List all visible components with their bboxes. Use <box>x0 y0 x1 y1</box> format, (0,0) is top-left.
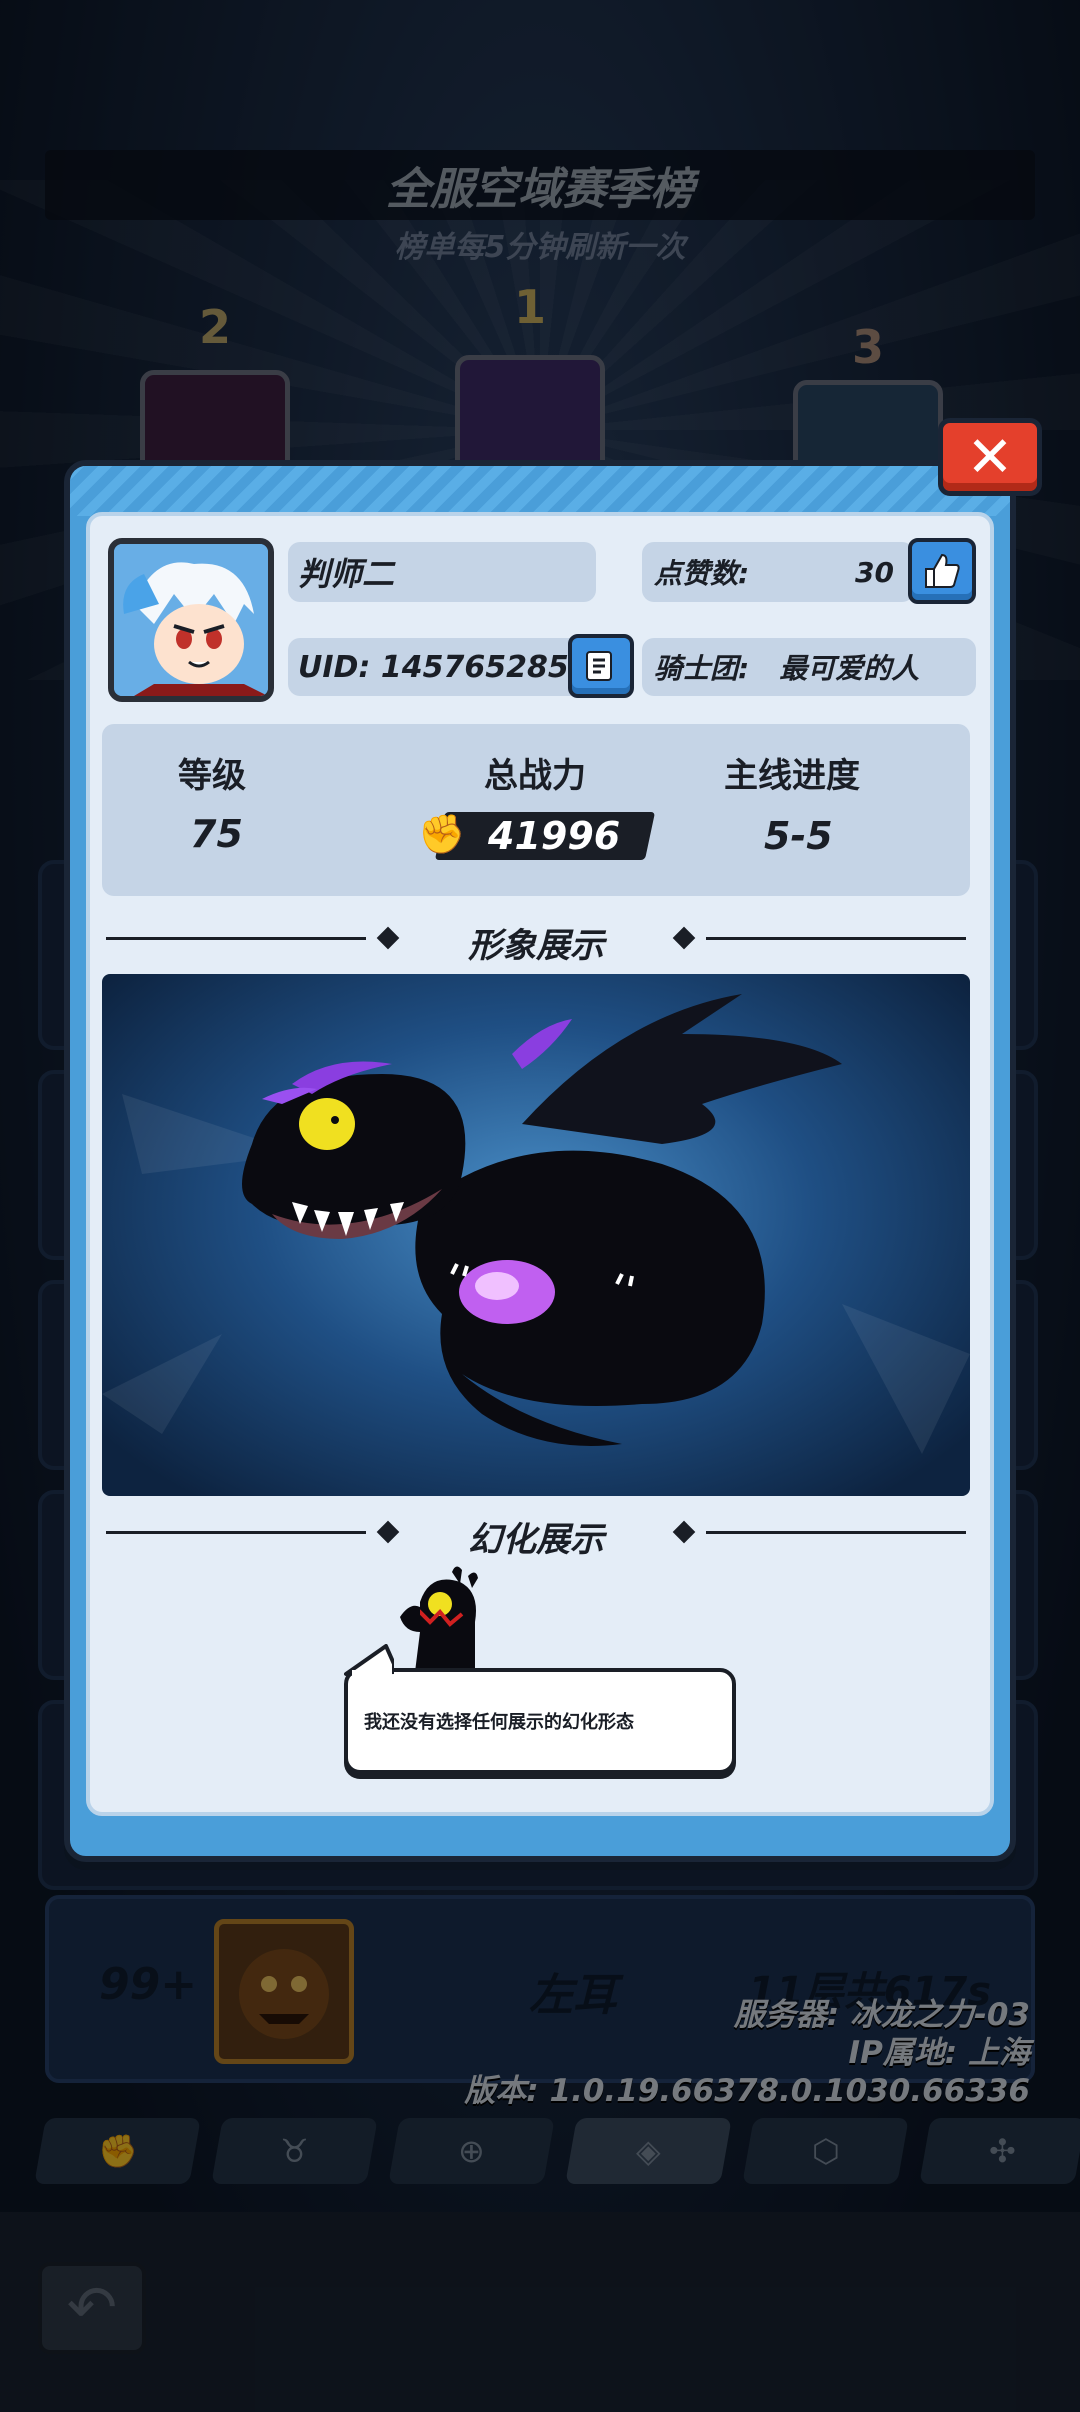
appearance-divider: 形象展示 <box>106 918 966 966</box>
nickname-text: 判师二 <box>298 555 395 593</box>
like-button[interactable] <box>908 538 976 604</box>
guild-name: 最可爱的人 <box>779 652 920 685</box>
mascot-dragon-icon <box>400 1566 478 1672</box>
guild-label: 骑士团: <box>654 652 750 685</box>
transform-empty-bubble: 我还没有选择任何展示的幻化形态 <box>344 1668 736 1774</box>
divider-line <box>706 937 966 940</box>
black-dragon-image <box>102 994 970 1454</box>
level-label: 等级 <box>178 756 246 796</box>
likes-label: 点赞数: <box>654 557 750 590</box>
transform-title: 幻化展示 <box>468 1520 604 1560</box>
power-label: 总战力 <box>484 756 586 796</box>
guild-field: 骑士团: 最可爱的人 <box>642 638 976 696</box>
bubble-tail <box>344 1644 394 1676</box>
copy-icon <box>586 651 612 681</box>
likes-field: 点赞数: 30 <box>642 542 914 602</box>
transform-empty-text: 我还没有选择任何展示的幻化形态 <box>364 1712 634 1733</box>
fist-icon: ✊ <box>418 812 466 856</box>
power-value: 41996 <box>488 814 621 858</box>
modal-top-stripe <box>70 466 1010 516</box>
thumbs-up-icon <box>925 553 960 588</box>
appearance-title: 形象展示 <box>468 926 604 966</box>
appearance-showcase <box>102 974 970 1496</box>
likes-count: 30 <box>855 555 894 589</box>
player-avatar[interactable] <box>108 538 274 702</box>
transform-divider: 幻化展示 <box>106 1512 966 1560</box>
copy-uid-button[interactable] <box>568 634 634 698</box>
level-value: 75 <box>190 812 243 856</box>
divider-line <box>706 1531 966 1534</box>
nickname-field: 判师二 <box>288 542 596 602</box>
progress-value: 5-5 <box>764 814 833 858</box>
close-button[interactable]: ✕ <box>938 418 1042 496</box>
close-icon: ✕ <box>966 424 1014 490</box>
uid-text: UID: 1457652855 <box>298 649 590 685</box>
progress-label: 主线进度 <box>724 756 860 796</box>
